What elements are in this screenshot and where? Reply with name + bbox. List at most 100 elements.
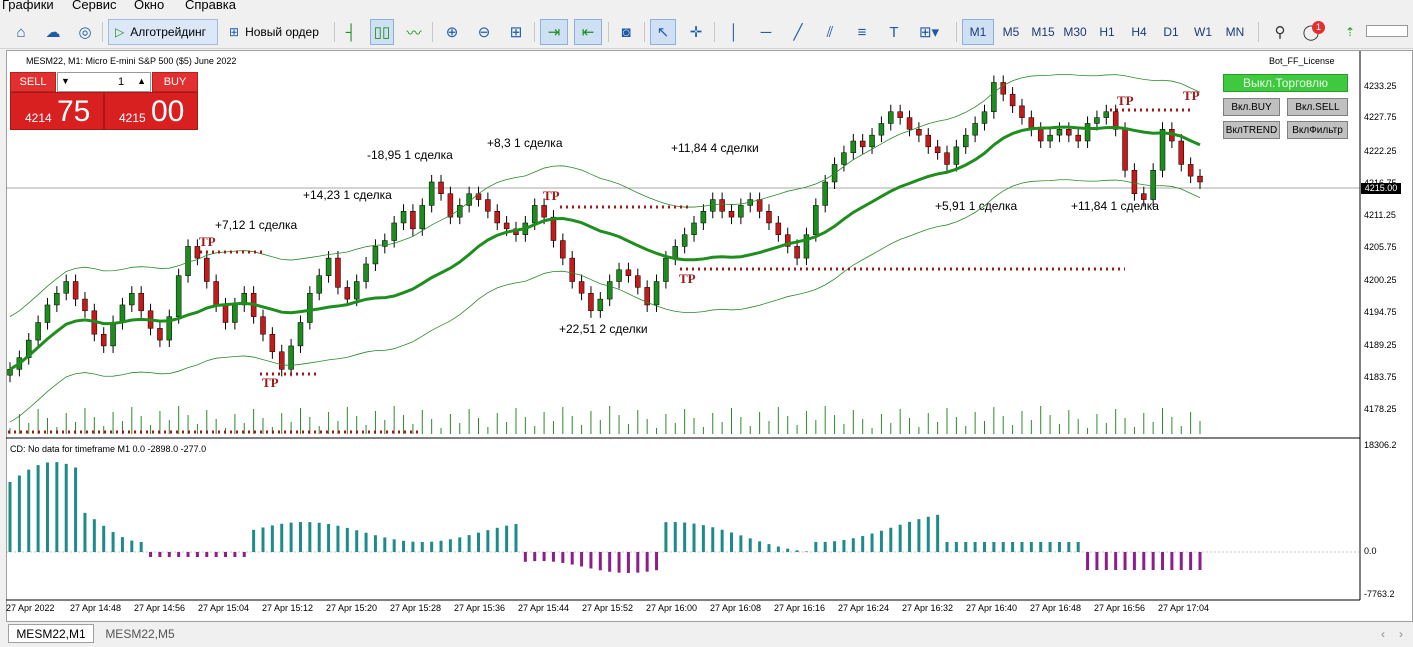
candle	[635, 275, 641, 288]
time-tick-label: 27 Apr 16:24	[838, 603, 890, 613]
time-tick-label: 27 Apr 15:20	[326, 603, 378, 613]
candle	[353, 281, 360, 300]
bollinger-lower-band	[9, 179, 1201, 423]
enable-filter-button[interactable]: ВклФильтр	[1287, 121, 1348, 139]
candle	[485, 199, 491, 212]
candle	[110, 322, 116, 347]
candle	[438, 181, 444, 194]
candle	[944, 152, 950, 165]
candle	[672, 246, 679, 259]
candle	[588, 292, 594, 312]
candle	[1187, 164, 1194, 177]
candle	[850, 140, 857, 153]
lot-field[interactable]: ▼ 1 ▲	[57, 72, 151, 92]
candle	[878, 123, 885, 136]
tab-mesm22-m5[interactable]: MESM22,M5	[100, 624, 180, 643]
candle	[691, 222, 697, 235]
candle	[307, 292, 313, 323]
time-tick-label: 27 Apr 2022	[6, 603, 55, 613]
tp-marker: TP	[199, 234, 216, 249]
time-tick-label: 27 Apr 16:48	[1030, 603, 1082, 613]
price-tick-label: 4178.25	[1364, 404, 1397, 414]
buy-button[interactable]: BUY	[152, 72, 198, 92]
candle	[897, 111, 903, 118]
lot-value: 1	[118, 76, 125, 88]
candle	[859, 140, 866, 148]
candle	[222, 304, 229, 323]
candle	[822, 181, 828, 206]
candle	[100, 333, 107, 347]
candle	[756, 199, 763, 212]
candle	[1037, 129, 1044, 142]
lot-decrease-icon[interactable]: ▼	[61, 76, 70, 86]
candle	[738, 205, 744, 218]
time-tick-label: 27 Apr 16:40	[966, 603, 1018, 613]
candle	[653, 281, 660, 306]
candle	[766, 211, 772, 224]
candle	[813, 205, 819, 235]
candle	[953, 146, 960, 165]
indicator-axis-bottom: -7763.2	[1364, 589, 1395, 599]
candle	[54, 292, 60, 306]
tabs-scroll-right-icon[interactable]: ›	[1394, 624, 1408, 643]
candle	[560, 240, 566, 259]
candle	[269, 333, 276, 353]
candle	[531, 205, 538, 224]
current-price-label: 4215.00	[1361, 183, 1401, 194]
candle	[888, 111, 894, 124]
price-chart[interactable]: TP TP TP TP TP TP	[0, 0, 1413, 647]
candle	[382, 240, 388, 247]
candle	[63, 281, 69, 294]
lot-increase-icon[interactable]: ▲	[137, 76, 146, 86]
enable-sell-button[interactable]: Вкл.SELL	[1287, 98, 1348, 116]
candle	[82, 298, 88, 312]
candle	[185, 246, 191, 276]
license-label: Bot_FF_License	[1269, 56, 1335, 66]
candle	[906, 117, 913, 130]
candle	[991, 82, 997, 112]
candle	[278, 351, 285, 370]
candle	[1084, 123, 1091, 142]
candle	[1009, 93, 1016, 107]
candle	[175, 275, 182, 317]
candle	[335, 257, 341, 288]
candle	[728, 211, 735, 218]
sell-price[interactable]: 4214 75	[10, 92, 104, 130]
trade-toggle-button[interactable]: Выкл.Торговлю	[1223, 74, 1348, 92]
candle	[541, 205, 547, 218]
candle	[1075, 134, 1081, 142]
buy-price-small: 4215	[119, 111, 146, 125]
tab-mesm22-m1[interactable]: MESM22,M1	[8, 624, 94, 643]
candle	[1159, 129, 1166, 171]
time-tick-label: 27 Apr 14:56	[134, 603, 186, 613]
candle	[972, 123, 978, 136]
candle	[925, 134, 932, 148]
chart-tabs: MESM22,M1 MESM22,M5 ‹ ›	[0, 622, 1413, 647]
price-tick-label: 4194.75	[1364, 307, 1397, 317]
time-tick-label: 27 Apr 15:44	[518, 603, 570, 613]
profit-annotation: +5,91 1 сделка	[935, 199, 1018, 213]
candle	[1122, 129, 1128, 171]
time-tick-label: 27 Apr 15:12	[262, 603, 314, 613]
buy-price[interactable]: 4215 00	[104, 92, 198, 130]
candle	[1066, 129, 1072, 136]
price-tick-label: 4227.75	[1364, 112, 1397, 122]
profit-annotation: +22,51 2 сделки	[559, 322, 648, 336]
tp-marker: TP	[679, 271, 696, 286]
price-tick-label: 4233.25	[1364, 81, 1397, 91]
buy-price-big: 00	[151, 95, 185, 128]
candle	[1131, 170, 1138, 194]
candle	[934, 146, 941, 153]
sell-button[interactable]: SELL	[10, 72, 56, 92]
time-tick-label: 27 Apr 15:28	[390, 603, 442, 613]
time-tick-label: 27 Apr 16:00	[646, 603, 698, 613]
candle	[1094, 117, 1100, 124]
candle	[297, 322, 304, 347]
candle	[157, 328, 163, 341]
candle	[325, 257, 332, 276]
profit-annotation: +11,84 1 сделка	[1071, 199, 1159, 213]
enable-trend-button[interactable]: ВклTREND	[1223, 121, 1280, 139]
candle	[447, 193, 454, 218]
tabs-scroll-left-icon[interactable]: ‹	[1376, 624, 1390, 643]
enable-buy-button[interactable]: Вкл.BUY	[1223, 98, 1280, 116]
